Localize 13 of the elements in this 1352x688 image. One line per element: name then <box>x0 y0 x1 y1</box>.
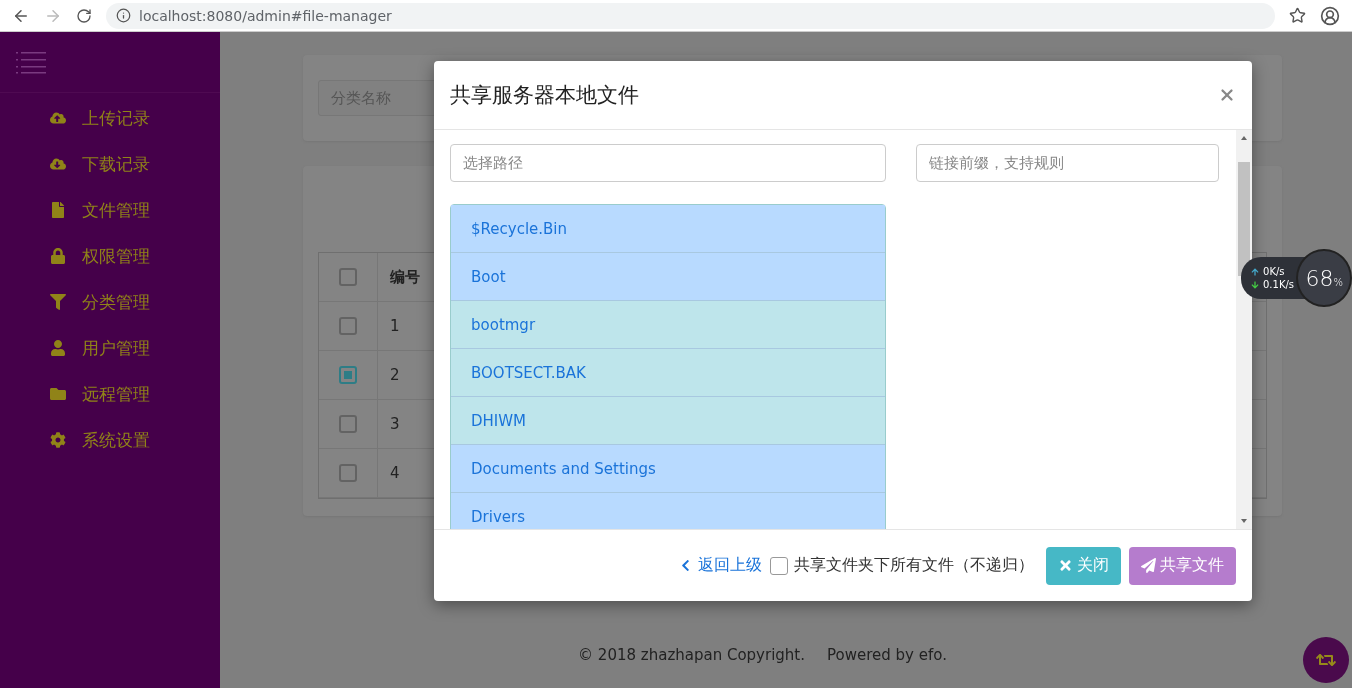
gauge-percent: 68% <box>1305 265 1343 291</box>
table-cell-text: 4 <box>389 463 400 484</box>
modal-title: 共享服务器本地文件 <box>450 82 639 109</box>
table-cell-text: 2 <box>389 365 400 386</box>
copyright-text: © 2018 zhazhapan Copyright. <box>578 645 805 664</box>
table-cell-text: 1 <box>389 316 400 337</box>
table-cell-text: 3 <box>389 414 400 435</box>
checkbox-label: 共享文件夹下所有文件（不递归） <box>794 555 1034 576</box>
upload-speed: 0K/s <box>1263 266 1285 277</box>
url-text: localhost:8080/admin#file-manager <box>139 7 392 24</box>
powered-by-text: Powered by efo. <box>827 645 947 664</box>
column-header: 编号 <box>389 266 420 288</box>
download-speed: 0.1K/s <box>1263 279 1295 290</box>
